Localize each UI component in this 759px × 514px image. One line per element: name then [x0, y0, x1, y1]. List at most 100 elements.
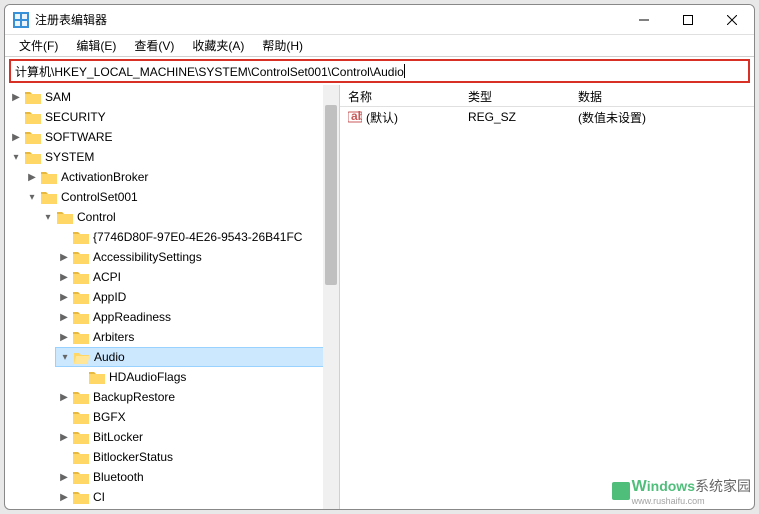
tree-label: AccessibilitySettings	[93, 250, 202, 264]
tree-label: HDAudioFlags	[109, 370, 186, 384]
chevron-right-icon[interactable]: ▶	[57, 470, 71, 484]
menu-favorites[interactable]: 收藏夹(A)	[184, 35, 252, 56]
menu-help[interactable]: 帮助(H)	[254, 35, 311, 56]
tree-item-activationbroker[interactable]: ▶ ActivationBroker	[23, 167, 339, 187]
tree-label: SECURITY	[45, 110, 106, 124]
tree-label: Bluetooth	[93, 470, 144, 484]
folder-icon	[73, 310, 89, 324]
tree-item-appreadiness[interactable]: ▶ AppReadiness	[55, 307, 339, 327]
chevron-right-icon[interactable]: ▶	[9, 90, 23, 104]
tree-scrollbar[interactable]	[323, 85, 339, 509]
tree-item-guid[interactable]: ▶{7746D80F-97E0-4E26-9543-26B41FC	[55, 227, 339, 247]
folder-icon	[73, 410, 89, 424]
window-controls	[622, 5, 754, 34]
scrollbar-thumb[interactable]	[325, 105, 337, 285]
folder-icon	[73, 450, 89, 464]
tree-item-bitlocker[interactable]: ▶ BitLocker	[55, 427, 339, 447]
tree-label: AppID	[93, 290, 126, 304]
tree-item-audio[interactable]: ▾ Audio	[55, 347, 339, 367]
tree-item-software[interactable]: ▶ SOFTWARE	[7, 127, 339, 147]
chevron-right-icon[interactable]: ▶	[57, 330, 71, 344]
tree-label: AppReadiness	[93, 310, 171, 324]
menu-edit[interactable]: 编辑(E)	[68, 35, 124, 56]
folder-icon	[73, 390, 89, 404]
folder-icon	[73, 490, 89, 504]
tree-item-acpi[interactable]: ▶ACPI	[55, 267, 339, 287]
tree-label: SOFTWARE	[45, 130, 113, 144]
chevron-down-icon[interactable]: ▾	[41, 210, 55, 224]
chevron-down-icon[interactable]: ▾	[25, 190, 39, 204]
chevron-right-icon[interactable]: ▶	[57, 430, 71, 444]
tree-item-sam[interactable]: ▶ SAM	[7, 87, 339, 107]
chevron-down-icon[interactable]: ▾	[9, 150, 23, 164]
tree-label: CI	[93, 490, 105, 504]
tree-label: BitLocker	[93, 430, 143, 444]
maximize-button[interactable]	[666, 5, 710, 34]
text-cursor	[404, 64, 405, 78]
folder-icon	[89, 370, 105, 384]
address-text: 计算机\HKEY_LOCAL_MACHINE\SYSTEM\ControlSet…	[15, 63, 404, 80]
folder-icon	[73, 250, 89, 264]
chevron-right-icon[interactable]: ▶	[57, 270, 71, 284]
chevron-right-icon[interactable]: ▶	[9, 130, 23, 144]
folder-open-icon	[74, 350, 90, 364]
string-value-icon: ab	[348, 110, 362, 124]
address-bar[interactable]: 计算机\HKEY_LOCAL_MACHINE\SYSTEM\ControlSet…	[9, 59, 750, 83]
registry-editor-window: 注册表编辑器 文件(F) 编辑(E) 查看(V) 收藏夹(A) 帮助(H) 计算…	[4, 4, 755, 510]
chevron-right-icon[interactable]: ▶	[25, 170, 39, 184]
list-row[interactable]: ab (默认) REG_SZ (数值未设置)	[340, 107, 754, 127]
tree-label: SAM	[45, 90, 71, 104]
cell-name: ab (默认)	[340, 107, 460, 128]
chevron-right-icon[interactable]: ▶	[57, 490, 71, 504]
cell-data: (数值未设置)	[570, 107, 754, 128]
folder-icon	[25, 130, 41, 144]
close-button[interactable]	[710, 5, 754, 34]
col-header-data[interactable]: 数据	[570, 85, 754, 106]
tree-label: ActivationBroker	[61, 170, 148, 184]
tree-label: BitlockerStatus	[93, 450, 173, 464]
folder-icon	[73, 290, 89, 304]
folder-icon	[41, 170, 57, 184]
tree-item-arbiters[interactable]: ▶ Arbiters	[55, 327, 339, 347]
tree-item-system[interactable]: ▾ SYSTEM	[7, 147, 339, 167]
folder-icon	[41, 190, 57, 204]
content-area: ▶ SAM ▶ SECURITY ▶ SOFTWARE	[5, 85, 754, 509]
menubar: 文件(F) 编辑(E) 查看(V) 收藏夹(A) 帮助(H)	[5, 35, 754, 57]
col-header-type[interactable]: 类型	[460, 85, 570, 106]
tree-item-control[interactable]: ▾ Control	[39, 207, 339, 227]
menu-view[interactable]: 查看(V)	[126, 35, 182, 56]
chevron-right-icon[interactable]: ▶	[57, 310, 71, 324]
tree-label: Arbiters	[93, 330, 134, 344]
list-header: 名称 类型 数据	[340, 85, 754, 107]
tree-item-hdaudioflags[interactable]: ▶HDAudioFlags	[71, 367, 339, 387]
tree-item-bitlockerstatus[interactable]: ▶BitlockerStatus	[55, 447, 339, 467]
minimize-button[interactable]	[622, 5, 666, 34]
folder-icon	[73, 330, 89, 344]
folder-icon	[73, 230, 89, 244]
folder-icon	[25, 150, 41, 164]
col-header-name[interactable]: 名称	[340, 85, 460, 106]
chevron-down-icon[interactable]: ▾	[58, 350, 72, 364]
tree-item-ci[interactable]: ▶ CI	[55, 487, 339, 507]
tree-item-accessibility[interactable]: ▶ AccessibilitySettings	[55, 247, 339, 267]
value-name: (默认)	[366, 109, 398, 126]
tree-item-security[interactable]: ▶ SECURITY	[7, 107, 339, 127]
chevron-right-icon[interactable]: ▶	[57, 390, 71, 404]
tree-item-bgfx[interactable]: ▶BGFX	[55, 407, 339, 427]
values-panel[interactable]: 名称 类型 数据 ab (默认) REG_SZ (数值未设置)	[340, 85, 754, 509]
tree-panel[interactable]: ▶ SAM ▶ SECURITY ▶ SOFTWARE	[5, 85, 340, 509]
chevron-right-icon[interactable]: ▶	[57, 290, 71, 304]
folder-icon	[25, 90, 41, 104]
folder-icon	[73, 430, 89, 444]
cell-type: REG_SZ	[460, 108, 570, 126]
tree-item-appid[interactable]: ▶ AppID	[55, 287, 339, 307]
tree-label: SYSTEM	[45, 150, 94, 164]
folder-icon	[25, 110, 41, 124]
tree-item-bluetooth[interactable]: ▶ Bluetooth	[55, 467, 339, 487]
folder-icon	[73, 270, 89, 284]
app-icon	[13, 12, 29, 28]
tree-item-backuprestore[interactable]: ▶BackupRestore	[55, 387, 339, 407]
menu-file[interactable]: 文件(F)	[11, 35, 66, 56]
tree-item-controlset001[interactable]: ▾ ControlSet001	[23, 187, 339, 207]
chevron-right-icon[interactable]: ▶	[57, 250, 71, 264]
